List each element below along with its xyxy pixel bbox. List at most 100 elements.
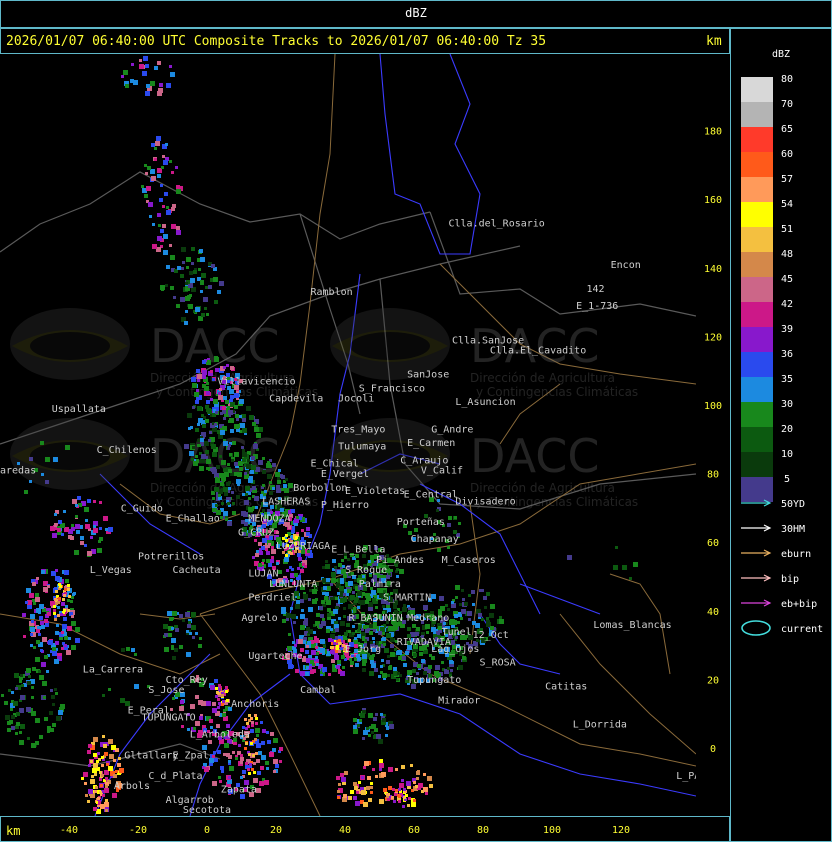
echo-cell <box>93 528 98 533</box>
echo-cell <box>266 551 270 555</box>
echo-cell <box>35 718 40 723</box>
echo-cell <box>390 569 393 572</box>
echo-cell <box>371 731 374 734</box>
x-tick-label: 100 <box>543 825 561 836</box>
echo-cell-strong <box>96 760 99 763</box>
echo-cell <box>331 578 336 583</box>
echo-cell <box>199 637 202 640</box>
echo-cell <box>382 718 386 722</box>
echo-cell <box>182 261 185 264</box>
echo-cell <box>47 612 51 616</box>
echo-cell <box>139 59 142 62</box>
echo-cell <box>481 618 484 621</box>
echo-cell <box>268 543 271 546</box>
echo-cell <box>202 424 206 428</box>
echo-cell <box>26 707 31 712</box>
echo-cell <box>205 405 209 409</box>
echo-cell <box>340 671 345 676</box>
echo-cell <box>166 83 171 88</box>
echo-cell <box>297 567 300 570</box>
place-label: Medrano <box>407 613 449 624</box>
echo-cell <box>379 763 384 768</box>
echo-cell <box>181 247 186 252</box>
echo-cell <box>170 708 173 711</box>
place-label: Potrerillos <box>138 551 204 562</box>
legend-value-label: 42 <box>781 299 793 310</box>
echo-cell <box>169 65 172 68</box>
place-label: Tunel <box>442 627 472 638</box>
echo-cell <box>212 781 217 786</box>
echo-cell <box>87 800 90 803</box>
echo-cell <box>164 633 168 637</box>
echo-cell <box>353 725 357 729</box>
echo-cell <box>357 606 360 609</box>
echo-cell <box>296 600 300 604</box>
echo-cell-strong <box>295 536 298 539</box>
place-label: Encon <box>611 260 641 271</box>
y-tick-label: 180 <box>704 127 722 138</box>
echo-cell-strong <box>99 771 102 774</box>
echo-cell <box>270 732 274 736</box>
echo-cell-strong <box>393 800 396 803</box>
echo-cell <box>62 624 67 629</box>
echo-cell <box>359 719 362 722</box>
echo-cell <box>303 656 306 659</box>
echo-cell <box>242 458 246 462</box>
echo-cell <box>33 602 36 605</box>
echo-cell <box>172 611 177 616</box>
echo-cell <box>170 286 174 290</box>
echo-cell <box>220 766 224 770</box>
echo-cell <box>87 551 92 556</box>
echo-cell <box>314 638 319 643</box>
echo-cell-strong <box>221 694 224 697</box>
echo-cell <box>343 593 346 596</box>
echo-cell <box>10 708 13 711</box>
echo-cell <box>191 458 194 461</box>
echo-cell <box>408 607 411 610</box>
echo-cell <box>293 621 296 624</box>
radar-map[interactable]: DACCDirección de Agriculturay Contingenc… <box>0 54 696 816</box>
echo-cell <box>170 72 175 77</box>
echo-cell <box>353 796 357 800</box>
legend-value-label: 20 <box>781 424 793 435</box>
echo-cell <box>244 522 248 526</box>
echo-cell <box>387 608 391 612</box>
echo-cell <box>272 463 276 467</box>
echo-cell-strong <box>218 684 221 687</box>
echo-cell-strong <box>251 724 254 727</box>
legend-swatch <box>741 377 773 402</box>
echo-cell <box>461 609 466 614</box>
echo-cell <box>348 630 351 633</box>
echo-cell <box>235 414 239 418</box>
echo-cell-strong <box>244 718 247 721</box>
echo-cell <box>361 776 364 779</box>
echo-cell <box>134 684 139 689</box>
echo-cell <box>42 637 47 642</box>
echo-cell <box>98 540 101 543</box>
echo-cell <box>486 592 490 596</box>
echo-cell <box>301 537 304 540</box>
echo-cell <box>363 766 366 769</box>
echo-cell <box>160 184 163 187</box>
svg-text:DACC: DACC <box>150 319 280 373</box>
echo-cell <box>344 632 348 636</box>
echo-cell <box>229 766 234 771</box>
echo-cell <box>408 797 411 800</box>
echo-cell <box>224 492 228 496</box>
echo-cell <box>30 644 33 647</box>
echo-cell <box>312 669 316 673</box>
echo-cell <box>340 621 345 626</box>
echo-cell-strong <box>94 773 97 776</box>
echo-cell <box>67 626 72 631</box>
echo-cell <box>308 598 311 601</box>
echo-cell <box>206 382 209 385</box>
place-label: Borbollon <box>293 483 347 494</box>
echo-cell <box>248 497 251 500</box>
echo-cell <box>35 593 39 597</box>
echo-cell <box>355 560 359 564</box>
echo-cell <box>279 760 282 763</box>
echo-cell-strong <box>222 700 225 703</box>
echo-cell <box>130 79 134 83</box>
echo-cell <box>29 480 32 483</box>
echo-cell <box>252 486 256 490</box>
